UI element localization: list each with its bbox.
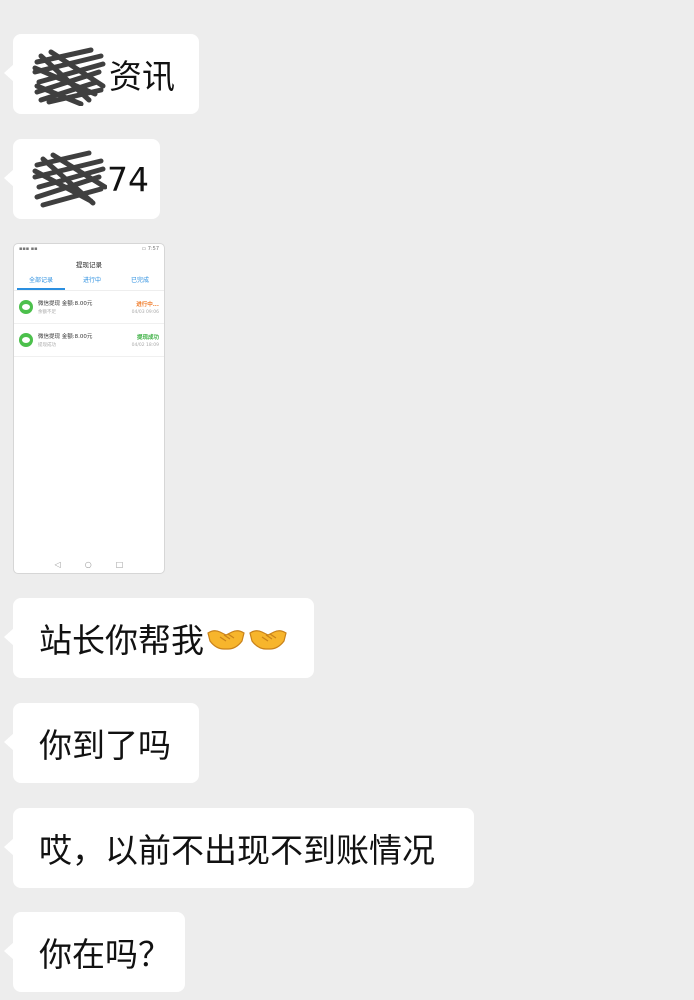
record-subtitle: 余额不足	[38, 310, 56, 315]
message-text: 站长你帮我	[39, 621, 204, 660]
tab-all: 全部记录	[16, 272, 66, 290]
wechat-icon	[19, 333, 33, 347]
redaction-scribble	[32, 150, 107, 208]
message-bubble[interactable]: 74	[4, 139, 160, 219]
message-bubble[interactable]: 哎，以前不出现不到账情况	[4, 808, 474, 888]
record-status: 进行中...	[136, 301, 159, 308]
tab-in-progress: 进行中	[82, 277, 101, 284]
wechat-icon	[19, 300, 33, 314]
record-status: 提现成功	[136, 334, 159, 341]
tab-completed: 已完成	[130, 277, 149, 284]
recents-icon: □	[115, 560, 124, 569]
message-bubble[interactable]: 你在吗？	[4, 912, 185, 992]
record-title: 微信提现 金额:8.00元	[38, 301, 93, 307]
message-text: 你在吗？	[39, 935, 171, 974]
home-icon: ○	[84, 560, 92, 569]
status-bar: ▪▪▪ ▪▪ ▭ 7:57	[19, 246, 159, 252]
record-title: 微信提现 金额:8.00元	[38, 334, 93, 340]
message-text: 哎，以前不出现不到账情况	[39, 831, 435, 870]
message-text: 74	[107, 159, 149, 199]
back-icon: ◁	[54, 560, 61, 569]
screenshot-tabs: 全部记录 进行中 已完成	[14, 272, 164, 291]
message-5[interactable]: 你到了吗	[4, 703, 199, 783]
handshake-emoji	[207, 630, 245, 650]
message-4[interactable]: 站长你帮我	[4, 598, 314, 678]
record-row: 微信提现 金额:8.00元 提现成功 提现成功 04/02 18:09	[14, 324, 164, 357]
message-6[interactable]: 哎，以前不出现不到账情况	[4, 808, 474, 888]
record-date: 04/03 09:06	[131, 309, 159, 315]
record-date: 04/02 18:09	[131, 342, 159, 348]
message-bubble[interactable]: 你到了吗	[4, 703, 199, 783]
message-text: 资讯	[109, 57, 175, 96]
record-subtitle: 提现成功	[38, 343, 56, 348]
message-2[interactable]: 74	[4, 139, 160, 219]
redaction-scribble	[32, 47, 106, 106]
message-text: 你到了吗	[39, 726, 171, 765]
message-bubble[interactable]: 站长你帮我	[4, 598, 314, 678]
message-7[interactable]: 你在吗？	[4, 912, 185, 992]
nav-bar: ◁ ○ □	[14, 560, 164, 569]
screenshot-image-message[interactable]: ▪▪▪ ▪▪ ▭ 7:57 提现记录 全部记录 进行中 已完成 微信提现 金额:8…	[13, 243, 165, 574]
message-1[interactable]: 资讯	[4, 34, 199, 114]
handshake-emoji	[249, 630, 287, 650]
chat-messages: 资讯 74 ▪▪▪ ▪▪ ▭ 7:57 提现记录 全部记录 进行中 已完成 微信提…	[0, 0, 694, 1000]
message-bubble[interactable]: 资讯	[4, 34, 199, 114]
screenshot-title: 提现记录	[76, 261, 102, 269]
record-row: 微信提现 金额:8.00元 余额不足 进行中... 04/03 09:06	[14, 291, 164, 324]
